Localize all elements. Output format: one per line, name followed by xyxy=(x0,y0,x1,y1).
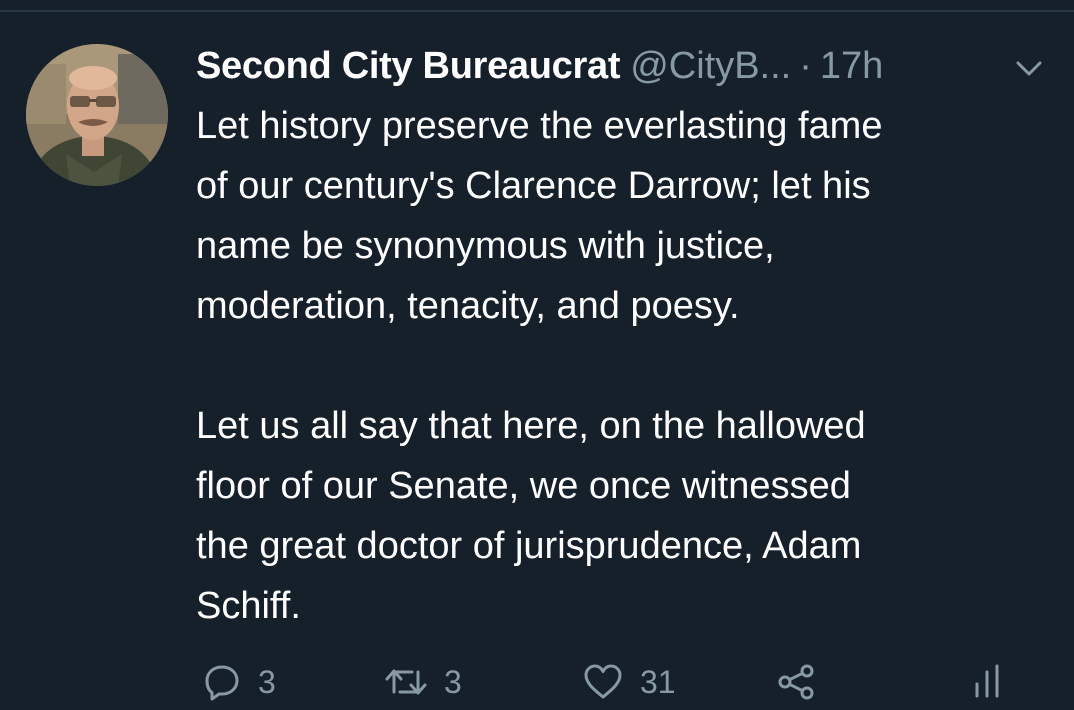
separator-dot: · xyxy=(799,45,812,87)
retweet-count: 3 xyxy=(444,663,462,700)
share-button[interactable] xyxy=(776,654,816,710)
tweet-text: Let history preserve the everlasting fam… xyxy=(196,96,1056,636)
like-button[interactable]: 31 xyxy=(582,654,676,710)
reply-count: 3 xyxy=(258,663,276,700)
heart-icon xyxy=(584,664,622,699)
top-divider xyxy=(0,10,1074,12)
reply-icon xyxy=(205,665,239,701)
tweet-paragraph: Let us all say that here, on the hallowe… xyxy=(196,405,866,627)
author-name[interactable]: Second City Bureaucrat xyxy=(196,38,620,94)
chevron-down-icon[interactable] xyxy=(1014,58,1044,80)
timestamp[interactable]: 17h xyxy=(820,38,883,94)
tweet-header: Second City Bureaucrat @CityB... · 17h xyxy=(196,38,1056,94)
reply-button[interactable]: 3 xyxy=(202,654,276,710)
analytics-button[interactable] xyxy=(972,654,1002,710)
like-count: 31 xyxy=(640,663,676,700)
tweet-paragraph: Let history preserve the everlasting fam… xyxy=(196,105,883,327)
retweet-button[interactable]: 3 xyxy=(384,654,462,710)
share-icon xyxy=(778,664,814,700)
avatar-image xyxy=(26,44,168,186)
action-bar: 3 3 31 xyxy=(196,654,1056,710)
author-handle[interactable]: @CityB... xyxy=(630,38,791,94)
retweet-icon xyxy=(385,669,427,695)
avatar[interactable] xyxy=(26,44,168,186)
analytics-icon xyxy=(975,664,999,698)
